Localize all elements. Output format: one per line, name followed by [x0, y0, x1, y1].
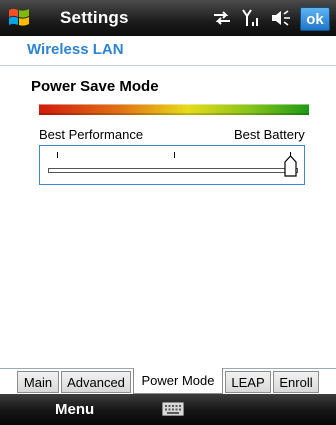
slider-thumb[interactable]	[284, 155, 297, 177]
keyboard-icon[interactable]	[162, 402, 184, 416]
tab-power-mode[interactable]: Power Mode	[133, 368, 223, 394]
tab-main[interactable]: Main	[17, 371, 59, 393]
power-gradient-bar	[39, 104, 309, 115]
power-save-title: Power Save Mode	[31, 78, 159, 95]
connectivity-icon[interactable]	[212, 9, 232, 27]
title-bar: Settings ok	[0, 0, 336, 36]
tab-enroll[interactable]: Enroll	[273, 371, 319, 393]
power-mode-slider[interactable]	[39, 145, 305, 185]
best-battery-label: Best Battery	[234, 127, 305, 142]
device-screen: Settings ok Wireless LAN Power Save Mode…	[0, 0, 336, 425]
windows-start-icon[interactable]	[6, 5, 32, 31]
best-performance-label: Best Performance	[39, 127, 144, 142]
window-title: Settings	[60, 8, 129, 27]
slider-track	[48, 168, 298, 173]
page-title: Wireless LAN	[27, 41, 124, 58]
slider-tick	[174, 152, 175, 158]
page-header: Wireless LAN	[0, 36, 336, 66]
ok-button[interactable]: ok	[300, 7, 330, 31]
signal-icon[interactable]	[242, 8, 260, 28]
speaker-icon[interactable]	[270, 9, 292, 27]
tab-advanced[interactable]: Advanced	[61, 371, 131, 393]
menu-softkey[interactable]: Menu	[55, 401, 94, 418]
softkey-bar: Menu	[0, 394, 336, 425]
tab-strip: Main Advanced Power Mode LEAP Enroll	[0, 368, 336, 395]
slider-tick	[57, 152, 58, 158]
status-icons	[212, 6, 292, 30]
tab-leap[interactable]: LEAP	[225, 371, 271, 393]
